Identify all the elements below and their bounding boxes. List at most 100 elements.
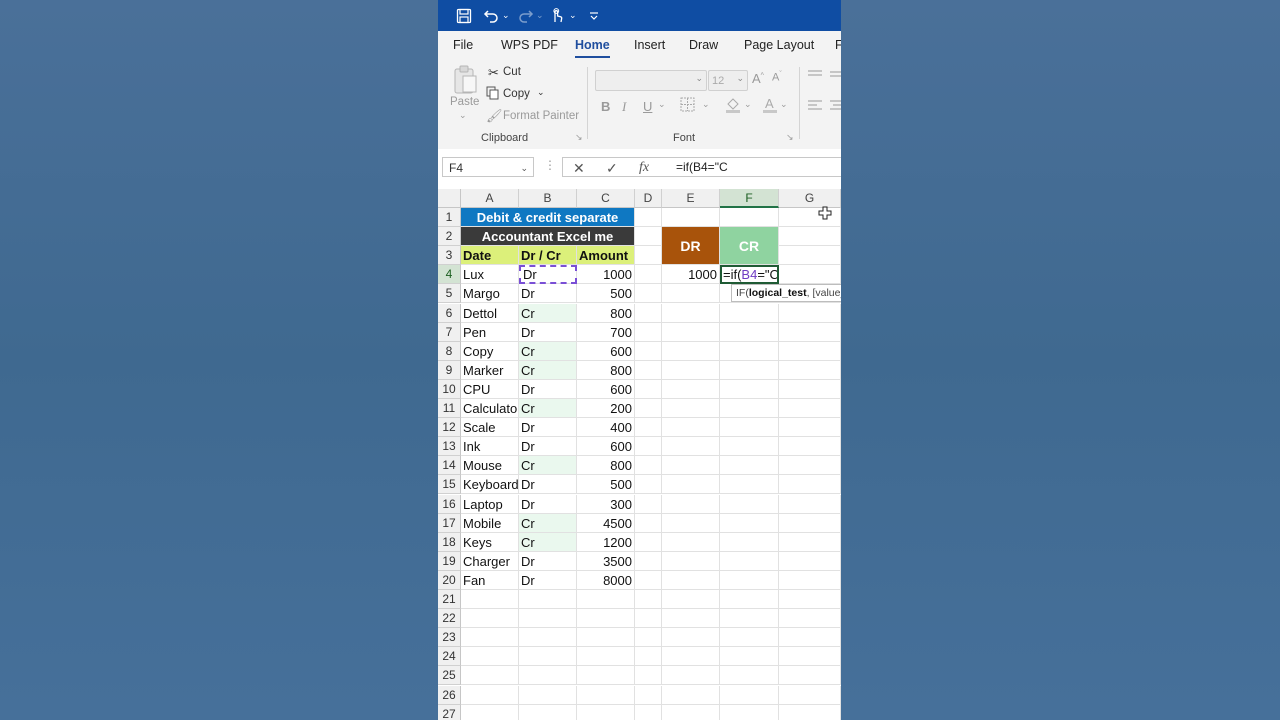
grid-cell[interactable] <box>720 513 779 533</box>
row-header-13[interactable]: 13 <box>438 437 461 457</box>
grid-cell[interactable] <box>720 341 779 361</box>
column-header-e[interactable]: E <box>662 189 720 208</box>
row-header-5[interactable]: 5 <box>438 284 461 304</box>
grid-cell[interactable] <box>635 418 662 438</box>
grid-cell[interactable] <box>461 704 519 720</box>
grid-cell[interactable] <box>662 418 720 438</box>
column-header-a[interactable]: A <box>461 189 519 208</box>
undo-icon[interactable] <box>483 0 499 31</box>
borders-icon[interactable] <box>680 97 695 115</box>
grid-cell[interactable] <box>635 379 662 399</box>
align-middle-icon[interactable] <box>830 69 841 84</box>
grid-cell[interactable] <box>720 322 779 342</box>
grid-cell[interactable] <box>779 570 841 590</box>
item-amount[interactable]: 3500 <box>577 551 635 571</box>
grid-cell[interactable] <box>720 532 779 552</box>
grid-cell[interactable] <box>662 551 720 571</box>
item-name[interactable]: Charger <box>461 551 519 571</box>
item-drcr[interactable]: Cr <box>519 303 577 323</box>
item-amount[interactable]: 1000 <box>577 265 635 285</box>
font-color-dropdown-icon[interactable]: ⌄ <box>780 99 788 110</box>
item-name[interactable]: Lux <box>461 265 519 285</box>
grid-cell[interactable] <box>662 590 720 610</box>
column-header-c[interactable]: C <box>577 189 635 208</box>
grid-cell[interactable] <box>779 513 841 533</box>
item-amount[interactable]: 600 <box>577 379 635 399</box>
grid-cell[interactable] <box>720 437 779 457</box>
grid-cell[interactable] <box>635 437 662 457</box>
row-header-22[interactable]: 22 <box>438 609 461 629</box>
grid-cell[interactable] <box>662 666 720 686</box>
grid-cell[interactable] <box>779 322 841 342</box>
grid-cell[interactable] <box>635 590 662 610</box>
grid-cell[interactable] <box>720 609 779 629</box>
item-drcr[interactable]: Cr <box>519 399 577 419</box>
grid-cell[interactable] <box>720 208 779 228</box>
row-header-9[interactable]: 9 <box>438 360 461 380</box>
item-amount[interactable]: 800 <box>577 456 635 476</box>
item-drcr[interactable]: Dr <box>519 475 577 495</box>
grid-cell[interactable] <box>635 399 662 419</box>
borders-dropdown-icon[interactable]: ⌄ <box>702 99 710 110</box>
item-drcr[interactable]: Dr <box>519 284 577 304</box>
tab-home[interactable]: Home <box>575 38 610 58</box>
grid-cell[interactable] <box>519 647 577 667</box>
grid-cell[interactable] <box>635 303 662 323</box>
undo-dropdown-icon[interactable]: ⌄ <box>502 0 510 31</box>
align-top-icon[interactable] <box>808 69 822 84</box>
tooltip-argument[interactable]: logical_test <box>749 287 807 299</box>
item-name[interactable]: Pen <box>461 322 519 342</box>
font-size-combo[interactable]: 12 ⌄ <box>708 70 748 91</box>
grid-cell[interactable] <box>720 590 779 610</box>
grid-cell[interactable] <box>461 628 519 648</box>
row-header-14[interactable]: 14 <box>438 456 461 476</box>
item-name[interactable]: Margo <box>461 284 519 304</box>
column-header-d[interactable]: D <box>635 189 662 208</box>
grid-cell[interactable] <box>635 532 662 552</box>
row-header-23[interactable]: 23 <box>438 628 461 648</box>
grid-cell[interactable] <box>779 379 841 399</box>
grid-cell[interactable] <box>662 532 720 552</box>
grid-cell[interactable] <box>577 685 635 705</box>
fill-dropdown-icon[interactable]: ⌄ <box>744 99 752 110</box>
item-name[interactable]: Marker <box>461 360 519 380</box>
grid-cell[interactable] <box>779 532 841 552</box>
grid-cell[interactable] <box>577 647 635 667</box>
align-left-icon[interactable] <box>808 99 822 114</box>
grid-cell[interactable] <box>779 609 841 629</box>
item-drcr[interactable]: Dr <box>519 379 577 399</box>
item-amount[interactable]: 500 <box>577 284 635 304</box>
grid-cell[interactable] <box>662 208 720 228</box>
decrease-font-icon[interactable]: Aˇ <box>772 71 782 84</box>
item-amount[interactable]: 8000 <box>577 570 635 590</box>
grid-cell[interactable] <box>720 475 779 495</box>
redo-dropdown-icon[interactable]: ⌄ <box>536 0 544 31</box>
grid-cell[interactable] <box>577 704 635 720</box>
grid-cell[interactable] <box>662 609 720 629</box>
item-amount[interactable]: 600 <box>577 437 635 457</box>
item-amount[interactable]: 200 <box>577 399 635 419</box>
copy-icon[interactable] <box>486 86 499 103</box>
grid-cell[interactable] <box>779 551 841 571</box>
grid-cell[interactable] <box>720 399 779 419</box>
item-name[interactable]: Scale <box>461 418 519 438</box>
grid-cell[interactable] <box>662 475 720 495</box>
grid-cell[interactable] <box>662 284 720 304</box>
grid-cell[interactable] <box>635 704 662 720</box>
grid-cell[interactable] <box>779 494 841 514</box>
grid-cell[interactable] <box>662 685 720 705</box>
item-amount[interactable]: 1200 <box>577 532 635 552</box>
grid-cell[interactable] <box>461 590 519 610</box>
underline-button[interactable]: U <box>643 99 652 114</box>
redo-icon[interactable] <box>518 0 534 31</box>
item-name[interactable]: Mouse <box>461 456 519 476</box>
grid-cell[interactable] <box>635 227 662 247</box>
grid-cell[interactable] <box>461 609 519 629</box>
name-box[interactable]: F4 ⌄ <box>442 157 534 177</box>
grid-cell[interactable] <box>662 399 720 419</box>
item-drcr[interactable]: Cr <box>519 360 577 380</box>
item-amount[interactable]: 600 <box>577 341 635 361</box>
save-icon[interactable] <box>456 0 472 31</box>
grid-cell[interactable] <box>720 494 779 514</box>
grid-cell[interactable] <box>519 704 577 720</box>
